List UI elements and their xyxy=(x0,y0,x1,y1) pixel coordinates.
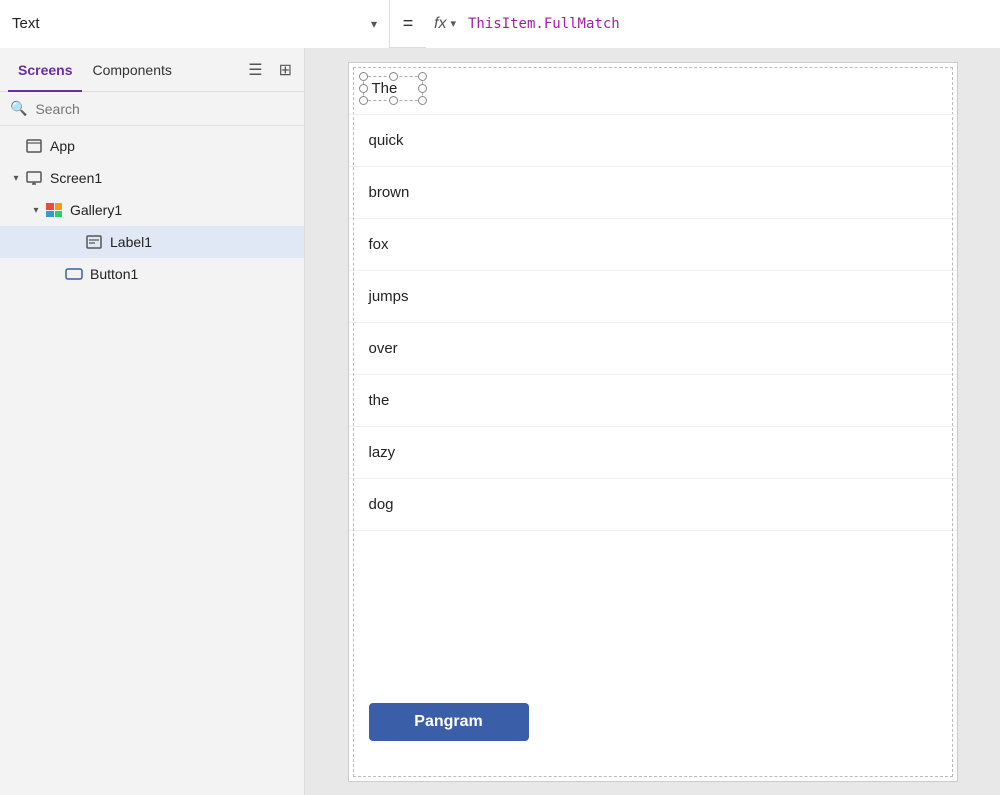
list-view-icon[interactable]: ☰ xyxy=(244,58,266,82)
gallery-row-2: brown xyxy=(349,167,957,219)
gallery-item-text-6: the xyxy=(369,392,390,409)
chevron-down-icon: ▾ xyxy=(371,17,377,31)
expand-icon-label1 xyxy=(68,234,84,250)
property-dropdown[interactable]: Text ▾ xyxy=(0,0,390,48)
gallery-item-text-4: jumps xyxy=(369,288,409,305)
tree-item-app[interactable]: App xyxy=(0,130,304,162)
expand-icon-gallery1: ▾ xyxy=(28,202,44,218)
tree-item-screen1[interactable]: ▾ Screen1 xyxy=(0,162,304,194)
handle-tr[interactable] xyxy=(418,72,427,81)
handle-mr[interactable] xyxy=(418,84,427,93)
gallery-icon xyxy=(44,200,64,220)
equals-sign: = xyxy=(390,13,426,34)
tree-label-label1: Label1 xyxy=(110,234,152,250)
pangram-button[interactable]: Pangram xyxy=(369,703,529,741)
tree-area: App ▾ Screen1 ▾ Gallery1 xyxy=(0,126,304,795)
screen-icon xyxy=(24,168,44,188)
handle-br[interactable] xyxy=(418,96,427,105)
handle-tl[interactable] xyxy=(359,72,368,81)
gallery-row-6: the xyxy=(349,375,957,427)
handle-bl[interactable] xyxy=(359,96,368,105)
property-dropdown-text: Text xyxy=(12,15,363,32)
formula-expression: ThisItem.FullMatch xyxy=(468,16,620,32)
tree-label-app: App xyxy=(50,138,75,154)
main-area: Screens Components ☰ ⊞ 🔍 App xyxy=(0,48,1000,795)
tree-label-button1: Button1 xyxy=(90,266,138,282)
gallery-item-text-7: lazy xyxy=(369,444,396,461)
tree-item-button1[interactable]: Button1 xyxy=(0,258,304,290)
gallery-item-text-2: brown xyxy=(369,184,410,201)
sidebar: Screens Components ☰ ⊞ 🔍 App xyxy=(0,48,305,795)
gallery-row-1: quick xyxy=(349,115,957,167)
handle-tc[interactable] xyxy=(389,72,398,81)
phone-frame: The quick brown xyxy=(348,62,958,782)
fx-icon: fx xyxy=(434,15,446,33)
search-bar: 🔍 xyxy=(0,92,304,126)
tree-item-label1[interactable]: Label1 xyxy=(0,226,304,258)
button-icon xyxy=(64,264,84,284)
gallery-row-7: lazy xyxy=(349,427,957,479)
tab-components[interactable]: Components xyxy=(82,56,181,84)
fx-chevron-icon: ▾ xyxy=(450,17,456,30)
canvas-area: The quick brown xyxy=(305,48,1000,795)
expand-icon-screen1: ▾ xyxy=(8,170,24,186)
search-input[interactable] xyxy=(35,101,294,117)
label-text-the: The xyxy=(363,76,423,101)
formula-bar: fx ▾ ThisItem.FullMatch xyxy=(426,0,1000,48)
gallery-row-3: fox xyxy=(349,219,957,271)
tab-screens[interactable]: Screens xyxy=(8,56,82,84)
sidebar-tabs: Screens Components ☰ ⊞ xyxy=(0,48,304,92)
tree-label-screen1: Screen1 xyxy=(50,170,102,186)
grid-view-icon[interactable]: ⊞ xyxy=(275,58,296,82)
search-icon: 🔍 xyxy=(10,100,27,117)
gallery-row-4: jumps xyxy=(349,271,957,323)
gallery-item-text-1: quick xyxy=(369,132,404,149)
top-bar: Text ▾ = fx ▾ ThisItem.FullMatch xyxy=(0,0,1000,48)
expand-icon-button1 xyxy=(48,266,64,282)
tree-label-gallery1: Gallery1 xyxy=(70,202,122,218)
app-icon xyxy=(24,136,44,156)
selected-label[interactable]: The xyxy=(363,76,423,101)
tab-icons: ☰ ⊞ xyxy=(244,58,296,82)
handle-bc[interactable] xyxy=(389,96,398,105)
handle-ml[interactable] xyxy=(359,84,368,93)
gallery-row-0: The xyxy=(349,63,957,115)
gallery-item-text-5: over xyxy=(369,340,398,357)
expand-icon-app xyxy=(8,138,24,154)
gallery-row-8: dog xyxy=(349,479,957,531)
gallery-item-text-8: dog xyxy=(369,496,394,513)
gallery-item-text-3: fox xyxy=(369,236,389,253)
label-icon xyxy=(84,232,104,252)
tree-item-gallery1[interactable]: ▾ Gallery1 xyxy=(0,194,304,226)
gallery-row-5: over xyxy=(349,323,957,375)
